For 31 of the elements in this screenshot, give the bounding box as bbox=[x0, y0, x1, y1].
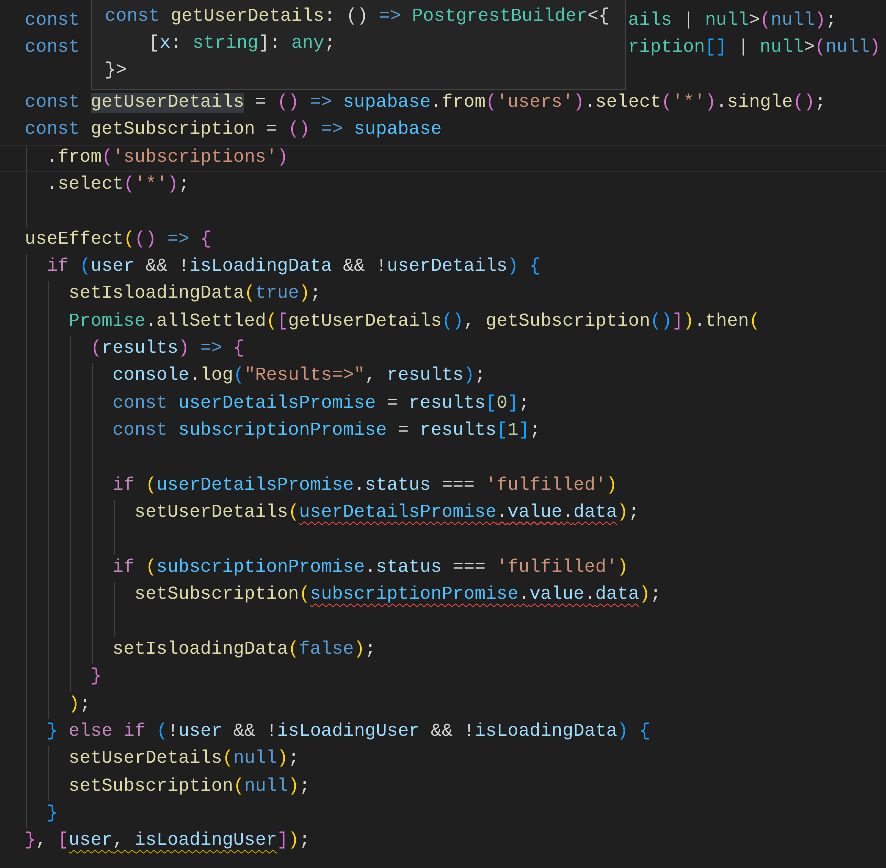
code-line: if (userDetailsPromise.status === 'fulfilled') bbox=[112, 476, 618, 496]
code-line: ails | null>(null); bbox=[628, 11, 837, 31]
code-line: const bbox=[25, 38, 80, 58]
code-line: console.log("Results=>", results); bbox=[112, 366, 486, 386]
code-line: const bbox=[25, 11, 80, 31]
code-line: setSubscription(subscriptionPromise.value.data); bbox=[134, 585, 662, 606]
code-line: }, [user, isLoadingUser]); bbox=[25, 831, 310, 852]
code-line: Promise.allSettled([getUserDetails(), getSubscription()]).then( bbox=[68, 312, 760, 332]
code-line: const getSubscription = () => supabase bbox=[25, 120, 442, 140]
code-line: setUserDetails(userDetailsPromise.value.data); bbox=[134, 503, 640, 524]
code-line: .from('subscriptions') bbox=[46, 148, 288, 168]
code-line: setIsloadingData(true); bbox=[68, 284, 322, 304]
code-line: if (subscriptionPromise.status === 'fulfilled') bbox=[112, 558, 628, 578]
code-line: .select('*'); bbox=[46, 175, 190, 196]
code-line: } bbox=[46, 804, 58, 824]
code-line: ); bbox=[68, 694, 91, 715]
code-line: setIsloadingData(false); bbox=[112, 640, 376, 660]
code-line: setUserDetails(null); bbox=[68, 749, 300, 770]
code-line: const subscriptionPromise = results[1]; bbox=[112, 421, 541, 442]
code-line: useEffect(() => { bbox=[25, 230, 212, 250]
code-line: (results) => { bbox=[90, 339, 244, 360]
code-line: } else if (!user && !isLoadingUser && !isLoadingData) { bbox=[46, 722, 650, 742]
code-line: const getUserDetails = () => supabase.from('users').select('*').single(); bbox=[25, 93, 826, 114]
code-line: } bbox=[90, 667, 102, 688]
code-line: ription[] | null>(null) bbox=[628, 38, 881, 58]
tooltip-line: }> bbox=[105, 61, 127, 81]
tooltip-line: const getUserDetails: () => PostgrestBuilder<{ bbox=[105, 7, 610, 27]
tooltip-line: [x: string]: any; bbox=[148, 34, 336, 54]
code-line: if (user && !isLoadingData && !userDetails) { bbox=[46, 257, 541, 278]
code-line: const userDetailsPromise = results[0]; bbox=[112, 394, 530, 414]
code-line: setSubscription(null); bbox=[68, 776, 310, 797]
